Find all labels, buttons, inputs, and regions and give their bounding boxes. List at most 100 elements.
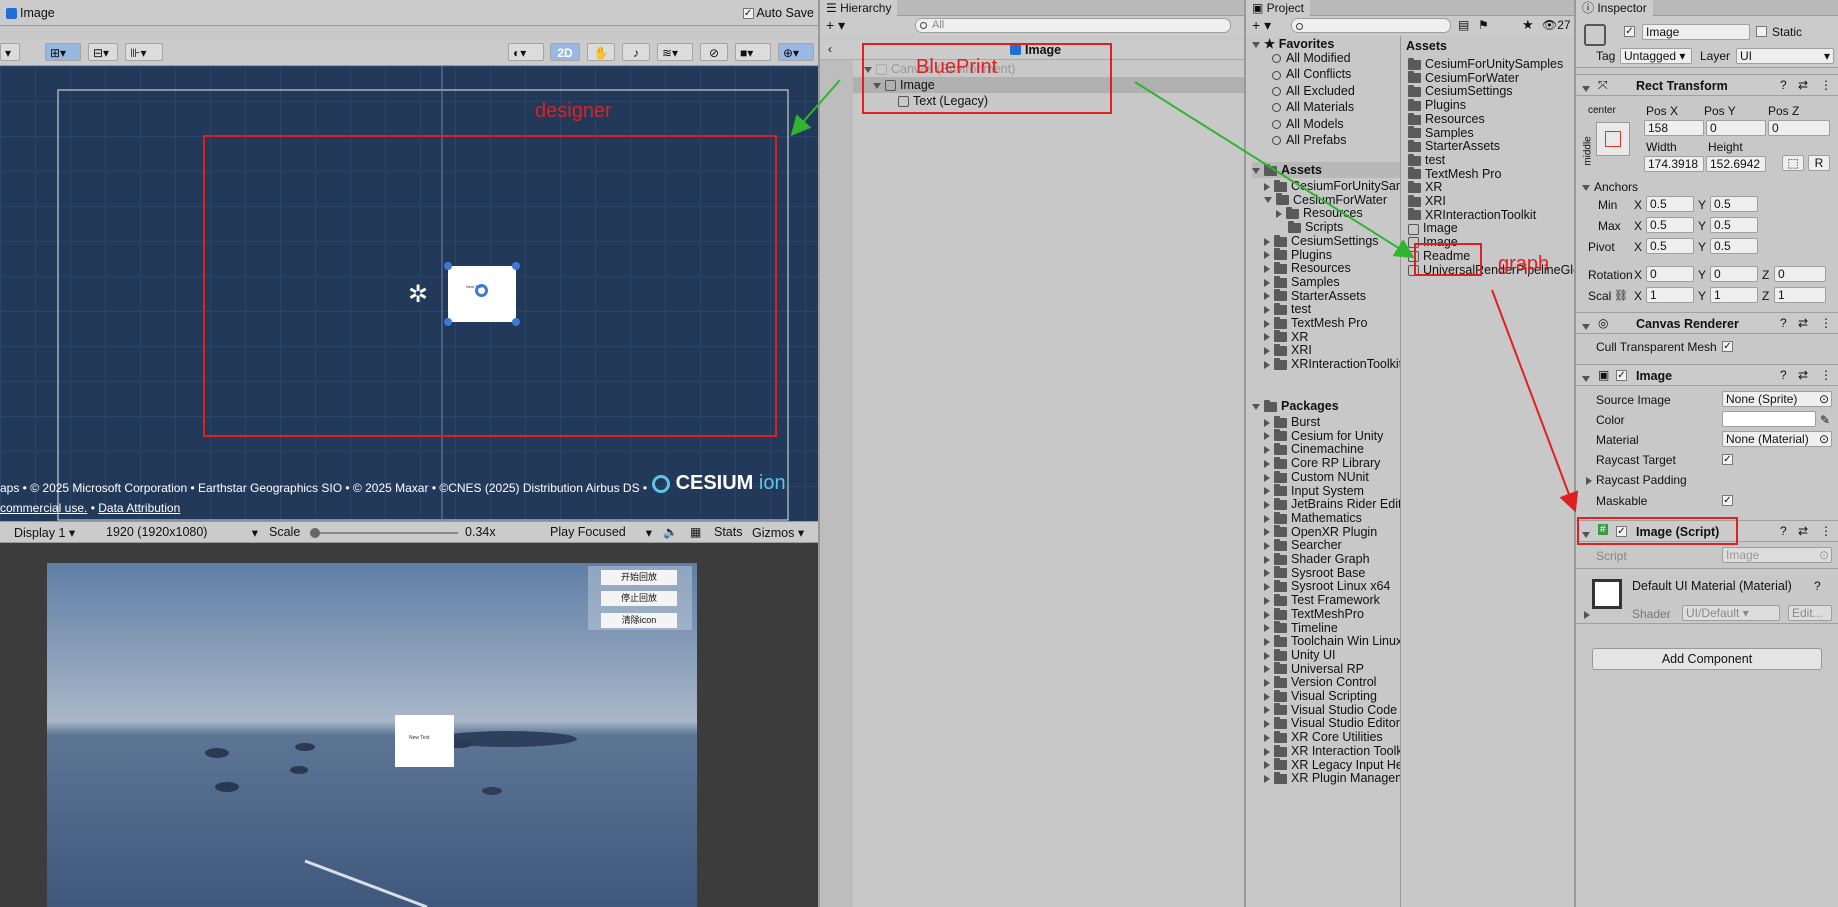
foldout-arrow-icon[interactable] <box>1264 446 1270 455</box>
audio-toggle[interactable]: ♪ <box>622 43 650 61</box>
foldout-arrow-icon[interactable] <box>1264 500 1270 509</box>
foldout-arrow-icon[interactable] <box>1264 418 1270 427</box>
foldout-arrow-icon[interactable] <box>1264 473 1270 482</box>
project-search-input[interactable] <box>1291 18 1451 33</box>
gizmos-dropdown[interactable]: Gizmos ▾ <box>752 525 804 540</box>
foldout-arrow-icon[interactable] <box>1264 306 1270 314</box>
hierarchy-tab[interactable]: ☰ Hierarchy <box>820 0 898 16</box>
foldout-arrow-icon[interactable] <box>1276 210 1282 219</box>
scene-tab[interactable]: Image <box>6 6 55 20</box>
foldout-arrow-icon[interactable] <box>1264 333 1270 342</box>
anchor-max-y-field[interactable]: 0.5 <box>1710 217 1758 233</box>
foldout-arrow-icon[interactable] <box>1264 637 1270 646</box>
object-name-field[interactable]: Image <box>1642 24 1750 40</box>
raycast-target-checkbox[interactable]: ✓ <box>1722 454 1733 465</box>
foldout-arrow-icon[interactable] <box>1264 624 1270 633</box>
stats-button[interactable]: Stats <box>714 525 743 539</box>
help-icon[interactable]: ? <box>1780 316 1787 330</box>
rotation-x-field[interactable]: 0 <box>1646 266 1694 282</box>
project-tab[interactable]: ▣ Project <box>1246 0 1311 16</box>
blueprint-mode-button[interactable]: ⬚ <box>1782 155 1804 171</box>
start-replay-button[interactable]: 开始回放 <box>601 570 677 585</box>
object-picker-icon[interactable]: ⊙ <box>1819 392 1829 406</box>
layer-dropdown[interactable]: UI ▾ <box>1736 48 1834 64</box>
material-field[interactable]: None (Material) ⊙ <box>1722 431 1832 447</box>
foldout-arrow-icon[interactable] <box>1264 747 1270 756</box>
help-icon[interactable]: ? <box>1780 78 1787 92</box>
data-attribution-link[interactable]: Data Attribution <box>98 501 180 515</box>
link-icon[interactable]: ⛓ <box>1614 289 1628 303</box>
tool-view-button[interactable]: ▾ <box>0 43 20 61</box>
foldout-arrow-icon[interactable] <box>1264 733 1270 742</box>
hierarchy-search-input[interactable]: All <box>915 18 1231 33</box>
gizmos-button[interactable]: ⊕▾ <box>778 43 814 61</box>
more-menu-icon[interactable]: ⋮ <box>1820 316 1832 330</box>
foldout-arrow-icon[interactable] <box>1264 319 1270 328</box>
grid-snap-button[interactable]: ⊞▾ <box>45 43 81 61</box>
anchors-foldout[interactable]: Anchors <box>1582 180 1638 194</box>
hidden-packages-count[interactable]: 👁27 <box>1542 18 1571 32</box>
scale-slider[interactable] <box>310 528 458 538</box>
help-icon[interactable]: ? <box>1780 524 1787 538</box>
rect-transform-header[interactable]: ⤧ Rect Transform ? ⇄ ⋮ <box>1576 74 1838 96</box>
effects-button[interactable]: ≋▾ <box>657 43 693 61</box>
foldout-arrow-icon[interactable] <box>1264 432 1270 441</box>
foldout-arrow-icon[interactable] <box>1264 292 1270 301</box>
favorite-item[interactable]: All Prefabs <box>1272 132 1346 148</box>
mode-2d-button[interactable]: 2D <box>550 43 580 61</box>
foldout-arrow-icon[interactable] <box>1264 761 1270 770</box>
foldout-arrow-icon[interactable] <box>1264 720 1270 729</box>
pivot-y-field[interactable]: 0.5 <box>1710 238 1758 254</box>
foldout-arrow-icon[interactable] <box>1264 651 1270 660</box>
raw-edit-button[interactable]: R <box>1808 155 1830 171</box>
search-by-type-icon[interactable]: ▤ <box>1458 18 1469 32</box>
resolution-dropdown[interactable]: 1920 (1920x1080) ▾ <box>106 525 260 540</box>
raycast-padding-foldout[interactable]: Raycast Padding <box>1586 473 1687 487</box>
commercial-use-link[interactable]: commercial use. <box>0 501 87 515</box>
cull-checkbox[interactable]: ✓ <box>1722 341 1733 352</box>
foldout-arrow-icon[interactable] <box>1264 360 1270 369</box>
color-field[interactable] <box>1722 411 1816 427</box>
image-enabled-checkbox[interactable]: ✓ <box>1616 370 1627 381</box>
foldout-arrow-icon[interactable] <box>1264 665 1270 674</box>
image-component-header[interactable]: ▣ ✓ Image ? ⇄ ⋮ <box>1576 364 1838 386</box>
packages-header[interactable]: Packages <box>1252 398 1339 414</box>
canvas-renderer-header[interactable]: ◎ Canvas Renderer ? ⇄ ⋮ <box>1576 312 1838 334</box>
foldout-arrow-icon[interactable] <box>1264 596 1270 605</box>
favorite-item[interactable]: All Modified <box>1272 50 1351 66</box>
back-arrow-icon[interactable]: ‹ <box>828 42 832 56</box>
favorite-item[interactable]: All Conflicts <box>1272 66 1351 82</box>
anchor-max-x-field[interactable]: 0.5 <box>1646 217 1694 233</box>
hidden-objects-toggle[interactable]: ⊘ <box>700 43 728 61</box>
foldout-arrow-icon[interactable] <box>1264 459 1270 468</box>
source-image-field[interactable]: None (Sprite) ⊙ <box>1722 391 1832 407</box>
anchor-preset-button[interactable] <box>1596 122 1630 156</box>
static-checkbox[interactable] <box>1756 26 1767 37</box>
package-item[interactable]: XR Plugin Management <box>1264 770 1400 786</box>
foldout-arrow-icon[interactable] <box>1264 197 1272 204</box>
foldout-arrow-icon[interactable] <box>1264 264 1270 273</box>
active-checkbox[interactable]: ✓ <box>1624 26 1635 37</box>
pos-z-field[interactable]: 0 <box>1768 120 1830 136</box>
lighting-toggle[interactable]: ✋ <box>587 43 615 61</box>
display-dropdown[interactable]: Display 1 ▾ <box>14 525 102 540</box>
foldout-arrow-icon[interactable] <box>1264 774 1270 783</box>
foldout-arrow-icon[interactable] <box>1264 278 1270 287</box>
scale-slider-thumb[interactable] <box>310 528 320 538</box>
auto-save-toggle[interactable]: ✓ Auto Save <box>742 6 814 20</box>
anchor-min-y-field[interactable]: 0.5 <box>1710 196 1758 212</box>
foldout-arrow-icon[interactable] <box>1264 237 1270 246</box>
favorite-item[interactable]: All Excluded <box>1272 83 1355 99</box>
foldout-arrow-icon[interactable] <box>1264 487 1270 496</box>
shader-dropdown[interactable]: UI/Default ▾ <box>1682 605 1780 621</box>
height-field[interactable]: 152.6942 <box>1706 156 1766 172</box>
scale-z-field[interactable]: 1 <box>1774 287 1826 303</box>
material-help-icon[interactable]: ? <box>1814 579 1821 593</box>
foldout-arrow-icon[interactable] <box>1264 679 1270 687</box>
shading-mode-button[interactable]: ◐▾ <box>508 43 544 61</box>
favorite-star-icon[interactable]: ★ <box>1522 17 1534 33</box>
preset-icon[interactable]: ⇄ <box>1798 316 1808 330</box>
foldout-arrow-icon[interactable] <box>1264 555 1270 564</box>
foldout-arrow-icon[interactable] <box>1264 706 1270 715</box>
object-picker-icon[interactable]: ⊙ <box>1819 432 1829 446</box>
